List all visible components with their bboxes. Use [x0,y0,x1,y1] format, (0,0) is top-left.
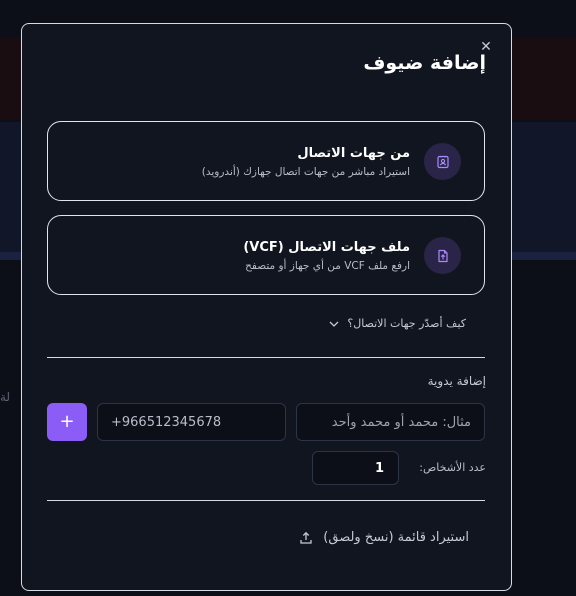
divider [47,357,485,358]
option-title: من جهات الاتصال [297,146,410,161]
people-count-input[interactable]: 1 [312,451,399,485]
people-count-label: عدد الأشخاص: [419,461,486,474]
add-guests-modal [21,23,512,591]
divider [47,500,485,501]
howto-label: كيف أصدّر جهات الاتصال؟ [347,317,466,330]
option-title: ملف جهات الاتصال (VCF) [243,240,410,255]
option-subtitle: استيراد مباشر من جهات اتصال جهازك (أندرو… [201,166,410,178]
backdrop-text: لة [0,390,11,404]
file-upload-icon [424,237,461,274]
add-guest-button[interactable]: + [47,403,87,441]
manual-add-label: إضافة يدوية [427,374,486,388]
guest-name-input[interactable]: مثال: محمد أو محمد وأحد [296,403,485,441]
phone-input[interactable]: +966512345678 [97,403,286,441]
import-list-button[interactable]: استيراد قائمة (نسخ ولصق) [299,530,469,545]
option-subtitle: ارفع ملف VCF من أي جهاز أو متصفح [245,260,410,272]
modal-title: إضافة ضيوف [363,52,486,74]
option-contacts-button[interactable]: من جهات الاتصال استيراد مباشر من جهات ات… [47,121,485,201]
howto-export-toggle[interactable]: كيف أصدّر جهات الاتصال؟ [329,317,466,330]
contacts-icon [424,143,461,180]
upload-icon [300,531,312,544]
chevron-down-icon [329,321,339,327]
import-label: استيراد قائمة (نسخ ولصق) [323,530,469,545]
option-vcf-button[interactable]: ملف جهات الاتصال (VCF) ارفع ملف VCF من أ… [47,215,485,295]
